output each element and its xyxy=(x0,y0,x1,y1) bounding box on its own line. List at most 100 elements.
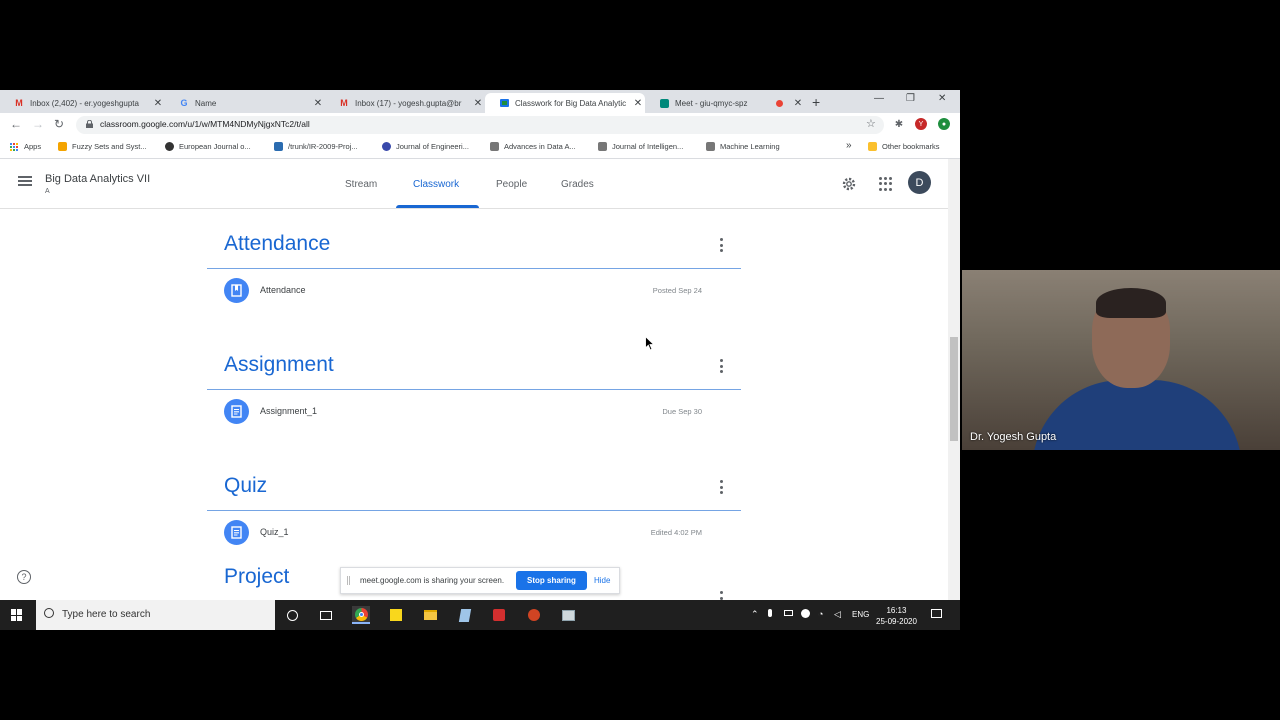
classwork-item[interactable]: Attendance Posted Sep 24 xyxy=(224,277,702,303)
notepad-icon[interactable] xyxy=(456,606,474,624)
other-bookmarks[interactable]: Other bookmarks xyxy=(868,142,940,151)
topic-title[interactable]: Attendance xyxy=(224,232,330,256)
more-vert-icon[interactable] xyxy=(718,480,724,494)
restore-button[interactable]: ❐ xyxy=(906,93,915,104)
onedrive-icon[interactable] xyxy=(801,609,810,618)
url-text: classroom.google.com/u/1/w/MTM4NDMyNjgxN… xyxy=(100,119,310,129)
bookmark-advances-data[interactable]: Advances in Data A... xyxy=(490,142,576,151)
extension-icon[interactable]: ● xyxy=(938,118,950,130)
address-bar[interactable]: classroom.google.com/u/1/w/MTM4NDMyNjgxN… xyxy=(76,116,884,134)
profile-avatar[interactable]: Y xyxy=(915,118,927,130)
classwork-item[interactable]: Assignment_1 Due Sep 30 xyxy=(224,398,702,424)
drag-handle-icon[interactable] xyxy=(347,576,350,585)
bookmark-favicon-icon xyxy=(598,142,607,151)
taskbar-search[interactable]: Type here to search xyxy=(36,600,275,630)
close-tab-icon[interactable]: ✕ xyxy=(471,98,485,109)
lock-icon xyxy=(86,120,93,128)
bookmark-fuzzy-sets[interactable]: Fuzzy Sets and Syst... xyxy=(58,142,147,151)
bookmark-journal-intelligent[interactable]: Journal of Intelligen... xyxy=(598,142,683,151)
microphone-icon[interactable] xyxy=(768,609,772,617)
system-clock[interactable]: 16:13 25-09-2020 xyxy=(876,605,917,627)
presenter-hair xyxy=(1096,288,1166,318)
more-vert-icon[interactable] xyxy=(718,359,724,373)
notifications-icon[interactable] xyxy=(931,609,942,618)
help-icon[interactable]: ? xyxy=(17,570,31,584)
bookmarks-overflow-button[interactable]: » xyxy=(846,140,852,151)
item-title: Quiz_1 xyxy=(260,527,289,537)
assignment-icon xyxy=(224,398,249,424)
gear-icon[interactable] xyxy=(841,176,857,192)
sticky-notes-icon[interactable] xyxy=(387,606,405,624)
tab-stream[interactable]: Stream xyxy=(345,179,377,190)
show-hidden-icons-icon[interactable]: ⌃ xyxy=(751,609,759,620)
tab-grades[interactable]: Grades xyxy=(561,179,594,190)
hide-button[interactable]: Hide xyxy=(594,576,610,585)
chrome-icon[interactable] xyxy=(352,606,370,624)
cortana-icon[interactable] xyxy=(283,606,301,624)
powerpoint-icon[interactable] xyxy=(525,606,543,624)
tab-gmail-inbox-2[interactable]: M Inbox (17) - yogesh.gupta@br ✕ xyxy=(325,93,485,113)
scrollbar[interactable] xyxy=(948,159,960,600)
meet-video-tile[interactable]: Dr. Yogesh Gupta xyxy=(962,270,1280,450)
scrollbar-thumb[interactable] xyxy=(950,337,958,441)
menu-icon[interactable] xyxy=(18,176,32,186)
tab-classwork[interactable]: Classwork xyxy=(413,179,459,190)
new-tab-button[interactable]: + xyxy=(812,94,820,110)
tab-people[interactable]: People xyxy=(496,179,527,190)
topic-title-partial[interactable]: Project xyxy=(224,565,289,589)
mouse-cursor-icon xyxy=(645,336,655,351)
topic-assignment: Assignment Assignment_1 Due Sep 30 xyxy=(207,331,741,441)
topic-attendance: Attendance Attendance Posted Sep 24 xyxy=(207,210,741,320)
item-meta: Posted Sep 24 xyxy=(652,285,702,295)
gmail-icon: M xyxy=(340,98,348,108)
reload-button[interactable]: ↻ xyxy=(54,117,64,131)
bookmark-journal-engineering[interactable]: Journal of Engineeri... xyxy=(382,142,469,151)
close-tab-icon[interactable]: ✕ xyxy=(151,98,165,109)
task-view-icon[interactable] xyxy=(317,606,335,624)
bookmark-apps[interactable]: Apps xyxy=(10,142,41,151)
language-indicator[interactable]: ENG xyxy=(852,610,869,619)
volume-icon[interactable]: ◁ xyxy=(834,609,841,620)
file-explorer-icon[interactable] xyxy=(421,606,439,624)
class-title[interactable]: Big Data Analytics VII xyxy=(45,173,150,185)
windows-taskbar: Type here to search ⌃ ◔ ◁ ENG 16:13 25-0… xyxy=(0,600,960,630)
bookmark-machine-learning[interactable]: Machine Learning xyxy=(706,142,780,151)
bookmark-european-journal[interactable]: European Journal o... xyxy=(165,142,251,151)
minimize-button[interactable]: — xyxy=(874,93,884,104)
class-section: A xyxy=(45,188,50,195)
classwork-item[interactable]: Quiz_1 Edited 4:02 PM xyxy=(224,519,702,545)
topic-title[interactable]: Assignment xyxy=(224,353,334,377)
bookmarks-bar: Apps Fuzzy Sets and Syst... European Jou… xyxy=(0,137,960,159)
bookmark-favicon-icon xyxy=(490,142,499,151)
network-wifi-icon[interactable]: ◔ xyxy=(818,609,823,619)
tab-gmail-inbox-1[interactable]: M Inbox (2,402) - er.yogeshgupta ✕ xyxy=(0,93,165,113)
close-tab-icon[interactable]: ✕ xyxy=(311,98,325,109)
stop-sharing-button[interactable]: Stop sharing xyxy=(516,571,587,590)
browser-toolbar: ← → ↻ classroom.google.com/u/1/w/MTM4NDM… xyxy=(0,113,960,137)
bookmark-star-icon[interactable]: ☆ xyxy=(866,117,876,130)
forward-button[interactable]: → xyxy=(32,117,44,131)
tab-name[interactable]: G Name ✕ xyxy=(165,93,325,113)
extensions-puzzle-icon[interactable]: ✱ xyxy=(893,118,905,130)
more-vert-icon[interactable] xyxy=(718,591,724,600)
battery-icon[interactable] xyxy=(784,609,793,616)
acrobat-icon[interactable] xyxy=(490,606,508,624)
close-tab-icon[interactable]: ✕ xyxy=(791,98,805,109)
browser-tab-strip: M Inbox (2,402) - er.yogeshgupta ✕ G Nam… xyxy=(0,90,960,113)
account-avatar[interactable]: D xyxy=(908,171,931,194)
google-icon: G xyxy=(180,98,188,108)
close-window-button[interactable]: ✕ xyxy=(938,93,946,104)
back-button[interactable]: ← xyxy=(10,117,22,131)
close-tab-icon[interactable]: ✕ xyxy=(631,98,645,109)
item-title: Attendance xyxy=(260,285,306,295)
bookmark-trunk-ir[interactable]: /trunk/IR-2009-Proj... xyxy=(274,142,358,151)
topic-title[interactable]: Quiz xyxy=(224,474,267,498)
windows-start-icon[interactable] xyxy=(11,609,23,621)
app-window-icon[interactable] xyxy=(559,606,577,624)
search-icon xyxy=(44,608,54,618)
tab-classwork[interactable]: Classwork for Big Data Analytic ✕ xyxy=(485,93,645,113)
tab-meet[interactable]: Meet - giu-qmyc-spz ✕ xyxy=(645,93,805,113)
google-apps-icon[interactable] xyxy=(879,177,893,191)
item-title: Assignment_1 xyxy=(260,406,318,416)
more-vert-icon[interactable] xyxy=(718,238,724,252)
